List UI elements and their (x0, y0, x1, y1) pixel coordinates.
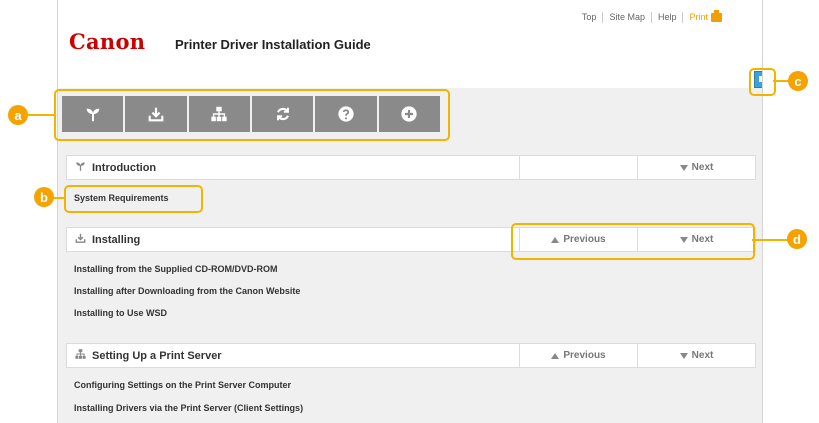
callout-badge-b: b (34, 187, 54, 207)
callout-leader-d (752, 239, 788, 241)
print-label: Print (689, 12, 708, 22)
callout-box-a (54, 89, 450, 141)
callout-badge-c: c (788, 71, 808, 91)
triangle-down-icon (679, 352, 688, 359)
previous-button[interactable]: Previous (519, 344, 637, 367)
next-label: Next (691, 350, 714, 361)
network-icon (74, 348, 87, 363)
canon-logo[interactable]: Canon (69, 29, 145, 54)
triangle-down-icon (679, 164, 688, 171)
previous-placeholder (519, 156, 637, 179)
callout-box-c (749, 68, 776, 96)
top-links: Top Site Map Help Print (576, 10, 728, 23)
callout-leader-a (27, 114, 55, 116)
previous-label: Previous (563, 350, 606, 361)
next-button[interactable]: Next (637, 156, 755, 179)
callout-box-b (64, 185, 203, 213)
callout-box-d (511, 223, 755, 260)
page-header: Canon Printer Driver Installation Guide … (58, 0, 762, 88)
callout-badge-d: d (787, 229, 807, 249)
introduction-title: Introduction (92, 161, 157, 174)
section-introduction: Introduction Next (66, 155, 756, 180)
section-link[interactable]: Installing to Use WSD (74, 308, 167, 318)
section-link[interactable]: Installing from the Supplied CD-ROM/DVD-… (74, 264, 278, 274)
next-button[interactable]: Next (637, 344, 755, 367)
section-link[interactable]: Installing Drivers via the Print Server … (74, 403, 303, 413)
sprout-icon (74, 160, 87, 175)
callout-leader-c (773, 80, 789, 82)
callout-badge-a: a (8, 105, 28, 125)
triangle-up-icon (551, 352, 560, 359)
section-link[interactable]: Configuring Settings on the Print Server… (74, 380, 291, 390)
print-server-title: Setting Up a Print Server (92, 349, 222, 362)
installing-title: Installing (92, 233, 141, 246)
section-link[interactable]: Installing after Downloading from the Ca… (74, 286, 300, 296)
section-nav: Next (519, 156, 755, 179)
help-link[interactable]: Help (650, 12, 683, 23)
download-icon (74, 232, 87, 247)
next-label: Next (691, 162, 714, 173)
section-title: Introduction (74, 160, 156, 175)
page-title: Printer Driver Installation Guide (175, 37, 371, 52)
printer-icon (711, 10, 722, 22)
section-print-server: Setting Up a Print Server Previous Next (66, 343, 756, 368)
section-title: Installing (74, 232, 140, 247)
site-map-link[interactable]: Site Map (602, 12, 651, 23)
section-nav: Previous Next (519, 344, 755, 367)
top-link[interactable]: Top (576, 12, 603, 23)
print-link[interactable]: Print (682, 10, 728, 23)
section-title: Setting Up a Print Server (74, 348, 222, 363)
